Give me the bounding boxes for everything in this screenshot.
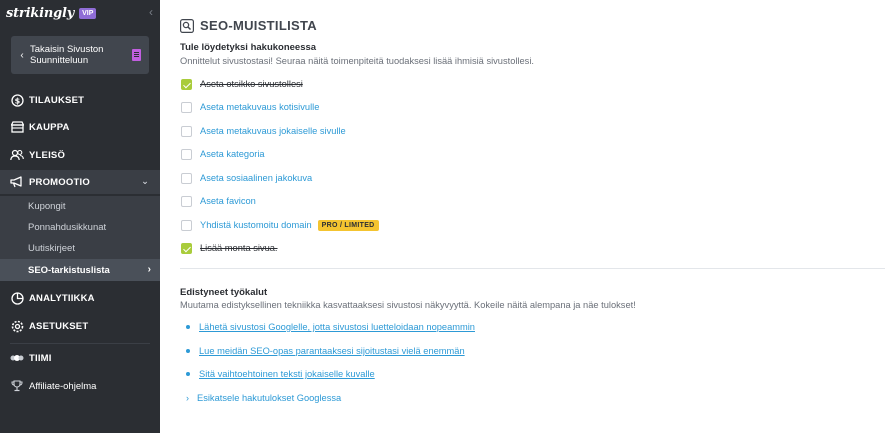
checkbox[interactable] xyxy=(181,172,192,184)
checklist-item[interactable]: Yhdistä kustomoitu domain PRO / LIMITED xyxy=(181,218,379,232)
advanced-link-item[interactable]: Sitä vaihtoehtoinen teksti jokaiselle ku… xyxy=(186,367,375,381)
checklist-item[interactable]: Aseta favicon xyxy=(181,194,256,208)
svg-text:$: $ xyxy=(14,96,20,105)
checkbox-checked[interactable] xyxy=(181,78,192,90)
bullet-icon xyxy=(186,372,190,376)
sidebar-subitem-seo-tarkistuslista[interactable]: SEO-tarkistuslista › xyxy=(0,259,160,281)
advanced-link-item[interactable]: Lue meidän SEO-opas parantaaksesi sijoit… xyxy=(186,344,465,358)
checklist-item[interactable]: Aseta otsikko sivustollesi xyxy=(181,77,303,91)
megaphone-icon xyxy=(10,175,24,189)
brand-logo[interactable]: strikingly xyxy=(6,6,74,21)
checklist-item-link[interactable]: Aseta favicon xyxy=(200,196,256,206)
sidebar-divider xyxy=(10,343,150,344)
checkbox[interactable] xyxy=(181,148,192,160)
sidebar-item-label: ASETUKSET xyxy=(29,320,89,332)
checkbox[interactable] xyxy=(181,219,192,231)
sidebar-item-asetukset[interactable]: ASETUKSET xyxy=(0,314,160,338)
sidebar-item-promootio[interactable]: PROMOOTIO ⌄ xyxy=(0,170,160,194)
sidebar: strikingly VIP ‹ ‹ Takaisin Sivuston Suu… xyxy=(0,0,160,433)
sidebar-subitem-ponnahdusikkunat[interactable]: Ponnahdusikkunat xyxy=(0,217,160,238)
checklist-item-link[interactable]: Aseta kategoria xyxy=(200,149,265,159)
collapse-sidebar-icon[interactable]: ‹ xyxy=(149,5,153,19)
submit-to-google-link[interactable]: Lähetä sivustosi Googlelle, jotta sivust… xyxy=(199,322,475,332)
seo-guide-link[interactable]: Lue meidän SEO-opas parantaaksesi sijoit… xyxy=(199,346,465,356)
chevron-left-icon: ‹ xyxy=(20,49,24,61)
checklist-item[interactable]: Aseta metakuvaus kotisivulle xyxy=(181,100,319,114)
checklist-item-link[interactable]: Yhdistä kustomoitu domain xyxy=(200,220,312,230)
vip-badge: VIP xyxy=(79,7,97,19)
audience-icon xyxy=(10,148,24,162)
preview-google-results-link[interactable]: Esikatsele hakutulokset Googlessa xyxy=(197,393,341,403)
checkbox[interactable] xyxy=(181,195,192,207)
sidebar-subitem-label: Uutiskirjeet xyxy=(28,243,75,254)
book-icon xyxy=(132,49,141,61)
sidebar-item-tiimi[interactable]: TIIMI xyxy=(0,346,160,370)
store-icon xyxy=(10,120,24,134)
chevron-down-icon: ⌄ xyxy=(141,176,149,186)
sidebar-item-label: Affiliate-ohjelma xyxy=(29,380,97,392)
chevron-right-icon: › xyxy=(147,264,151,275)
back-to-editor-button[interactable]: ‹ Takaisin Sivuston Suunnitteluun xyxy=(11,36,149,74)
sidebar-item-kauppa[interactable]: KAUPPA xyxy=(0,115,160,139)
sidebar-item-yleiso[interactable]: YLEISÖ xyxy=(0,143,160,167)
checklist-item-link[interactable]: Aseta sosiaalinen jakokuva xyxy=(200,173,312,183)
checklist-item[interactable]: Lisää monta sivua. xyxy=(181,241,278,255)
section-heading-advanced: Edistyneet työkalut xyxy=(180,287,268,298)
sidebar-item-label: TILAUKSET xyxy=(29,94,85,106)
checkbox[interactable] xyxy=(181,125,192,137)
section-heading-visibility: Tule löydetyksi hakukoneessa xyxy=(180,42,317,53)
sidebar-item-affiliate[interactable]: Affiliate-ohjelma xyxy=(0,374,160,398)
alt-text-link[interactable]: Sitä vaihtoehtoinen teksti jokaiselle ku… xyxy=(199,369,375,379)
page-title: SEO-MUISTILISTA xyxy=(200,18,317,33)
back-to-editor-label: Takaisin Sivuston Suunnitteluun xyxy=(30,44,104,66)
trophy-icon xyxy=(10,379,24,393)
bullet-icon xyxy=(186,325,190,329)
sidebar-item-tilaukset[interactable]: $ TILAUKSET xyxy=(0,88,160,112)
sidebar-item-label: ANALYTIIKKA xyxy=(29,292,95,304)
section-lead-visibility: Onnittelut sivustostasi! Seuraa näitä to… xyxy=(180,56,534,66)
sidebar-item-label: PROMOOTIO xyxy=(29,176,90,188)
seo-search-icon xyxy=(180,18,195,33)
checkbox-checked[interactable] xyxy=(181,242,192,254)
sidebar-subitem-label: SEO-tarkistuslista xyxy=(28,264,110,276)
advanced-link-item[interactable]: Lähetä sivustosi Googlelle, jotta sivust… xyxy=(186,320,475,334)
chevron-right-icon: › xyxy=(186,393,189,403)
checklist-item-label: Lisää monta sivua. xyxy=(200,243,278,253)
chart-icon xyxy=(10,291,24,305)
checklist-item[interactable]: Aseta sosiaalinen jakokuva xyxy=(181,171,312,185)
sidebar-subitem-uutiskirjeet[interactable]: Uutiskirjeet xyxy=(0,238,160,259)
sidebar-item-label: TIIMI xyxy=(29,352,52,364)
sidebar-item-analytiikka[interactable]: ANALYTIIKKA xyxy=(0,286,160,310)
team-icon xyxy=(10,351,24,365)
sidebar-subitem-label: Ponnahdusikkunat xyxy=(28,222,107,233)
sidebar-subitem-label: Kupongit xyxy=(28,201,66,212)
bullet-icon xyxy=(186,349,190,353)
checklist-item[interactable]: Aseta metakuvaus jokaiselle sivulle xyxy=(181,124,346,138)
checklist-item-link[interactable]: Aseta metakuvaus jokaiselle sivulle xyxy=(200,126,346,136)
checklist-item[interactable]: Aseta kategoria xyxy=(181,147,265,161)
main-content: SEO-MUISTILISTA Tule löydetyksi hakukone… xyxy=(160,0,885,433)
advanced-link-item[interactable]: › Esikatsele hakutulokset Googlessa xyxy=(186,391,341,405)
pro-limited-badge: PRO / LIMITED xyxy=(317,219,379,231)
checkbox[interactable] xyxy=(181,101,192,113)
dollar-icon: $ xyxy=(10,93,24,107)
checklist-item-label: Aseta otsikko sivustollesi xyxy=(200,79,303,89)
section-lead-advanced: Muutama edistyksellinen tekniikka kasvat… xyxy=(180,300,636,310)
checklist-item-link[interactable]: Aseta metakuvaus kotisivulle xyxy=(200,102,319,112)
sidebar-item-label: YLEISÖ xyxy=(29,149,66,161)
section-divider xyxy=(180,268,885,269)
sidebar-subitem-kupongit[interactable]: Kupongit xyxy=(0,196,160,217)
gear-icon xyxy=(10,319,24,333)
brand[interactable]: strikingly VIP xyxy=(6,4,97,22)
page-header: SEO-MUISTILISTA xyxy=(180,18,317,33)
sidebar-item-label: KAUPPA xyxy=(29,121,70,133)
